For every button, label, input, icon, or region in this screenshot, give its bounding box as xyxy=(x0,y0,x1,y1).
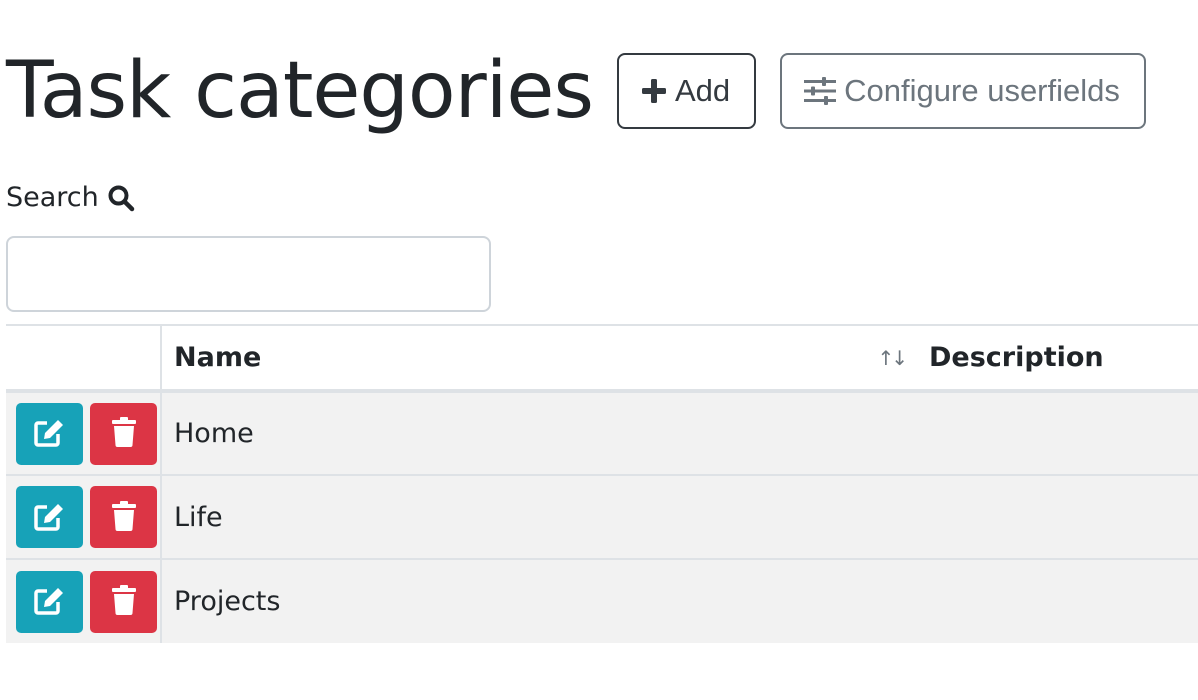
delete-button[interactable] xyxy=(90,486,157,548)
configure-userfields-label: Configure userfields xyxy=(844,73,1120,108)
search-label: Search xyxy=(6,182,135,213)
table-header-row: Name ↑↓ Description xyxy=(6,325,1198,391)
category-description xyxy=(921,475,1198,559)
row-actions xyxy=(6,475,162,559)
delete-button[interactable] xyxy=(90,570,157,633)
category-name: Life xyxy=(174,501,223,533)
page-header: Task categories Add Configure userfields xyxy=(6,36,1146,146)
table-row: Life xyxy=(6,475,1198,559)
search-icon xyxy=(107,184,135,212)
edit-button[interactable] xyxy=(16,486,83,548)
edit-icon xyxy=(33,501,66,534)
name-column-header[interactable]: Name ↑↓ xyxy=(161,325,921,391)
category-description xyxy=(921,559,1198,643)
category-description xyxy=(921,391,1198,475)
description-column-header[interactable]: Description xyxy=(921,325,1198,391)
row-actions xyxy=(6,391,162,475)
categories-table: Name ↑↓ Description Home Life Projects xyxy=(6,324,1198,643)
trash-icon xyxy=(111,500,136,534)
search-input[interactable] xyxy=(6,236,491,312)
task-categories-page: Task categories Add Configure userfields… xyxy=(0,0,1198,700)
delete-button[interactable] xyxy=(90,402,157,465)
category-name: Home xyxy=(174,418,254,449)
configure-userfields-button[interactable]: Configure userfields xyxy=(780,53,1146,129)
table-row: Projects xyxy=(6,559,1198,643)
edit-button[interactable] xyxy=(16,570,83,633)
plus-icon xyxy=(641,78,667,104)
sort-icon[interactable]: ↑↓ xyxy=(877,346,907,370)
category-name: Projects xyxy=(174,586,281,617)
page-title: Task categories xyxy=(6,46,594,136)
edit-button[interactable] xyxy=(16,402,83,465)
name-column-label: Name xyxy=(174,342,262,373)
edit-icon xyxy=(33,585,66,618)
table-row: Home xyxy=(6,391,1198,475)
sliders-icon xyxy=(804,77,837,105)
search-label-text: Search xyxy=(6,182,99,213)
trash-icon xyxy=(111,417,136,450)
row-actions xyxy=(6,559,162,643)
add-button[interactable]: Add xyxy=(617,53,757,129)
edit-icon xyxy=(33,417,66,450)
add-button-label: Add xyxy=(675,73,731,108)
actions-column-header xyxy=(6,325,162,391)
trash-icon xyxy=(111,585,136,618)
